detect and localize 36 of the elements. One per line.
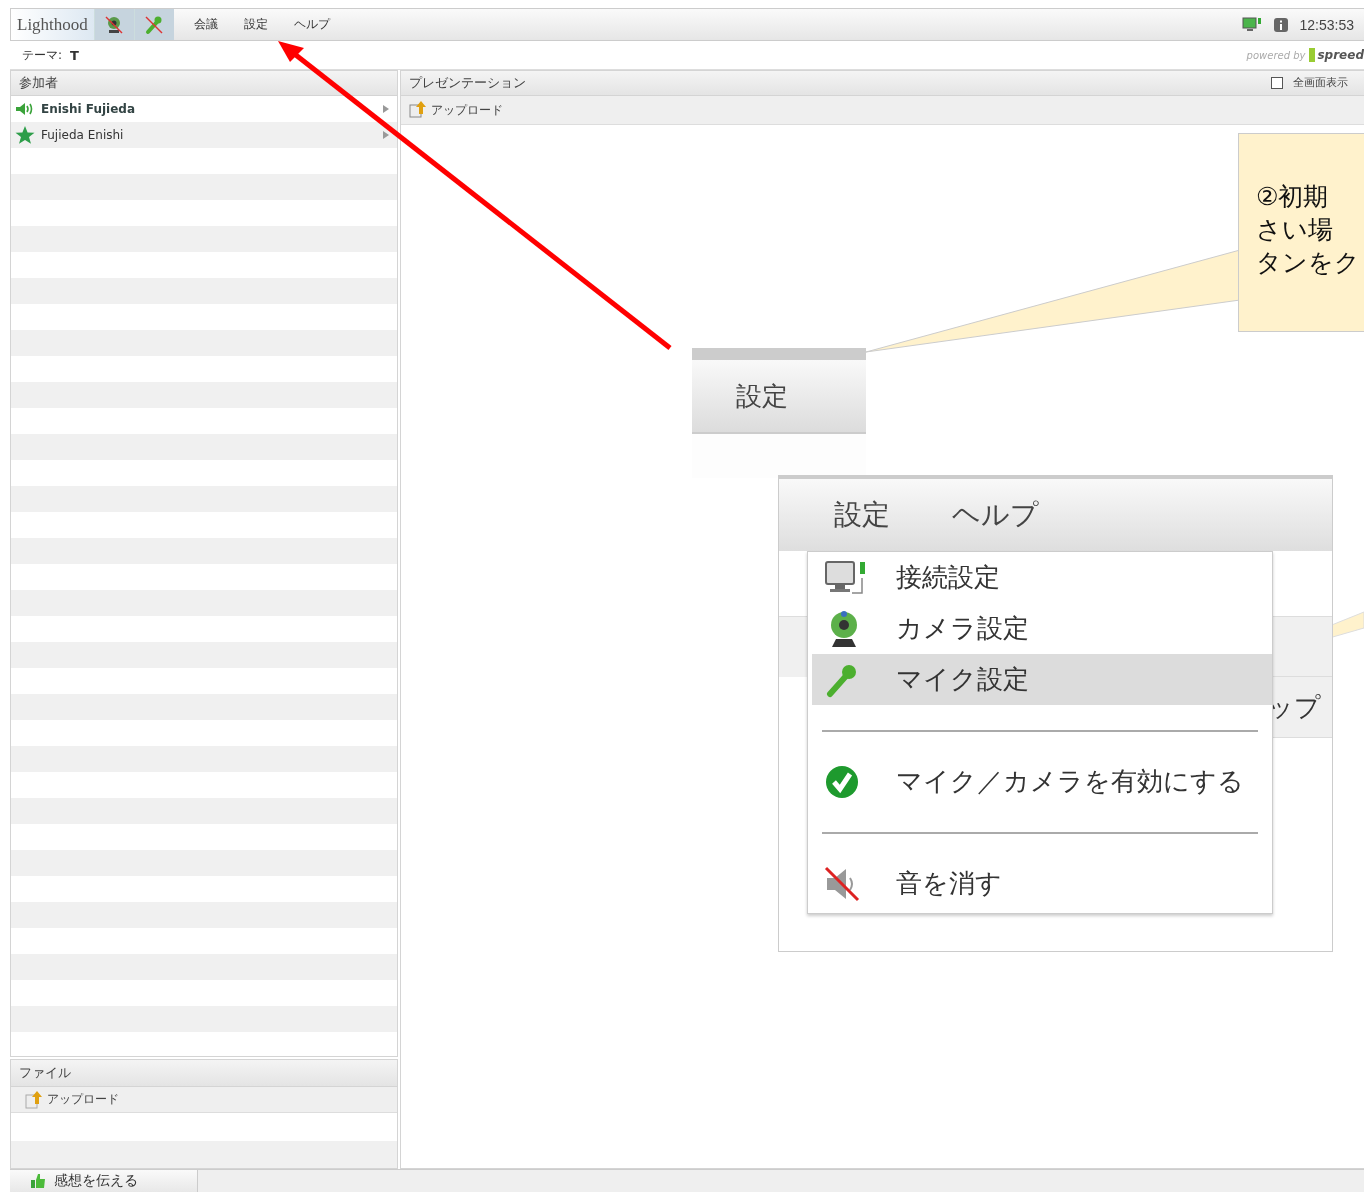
menu-option[interactable]: マイク／カメラを有効にする bbox=[812, 756, 1272, 807]
participant-row[interactable]: Fujieda Enishi bbox=[13, 122, 395, 148]
star-icon bbox=[15, 126, 35, 144]
speaker-icon bbox=[15, 101, 35, 117]
menu-item[interactable]: ヘルプ bbox=[287, 16, 336, 33]
feedback-button[interactable]: 感想を伝える bbox=[10, 1170, 198, 1192]
app-logo: Lighthood bbox=[11, 9, 94, 40]
upload-icon bbox=[25, 1090, 43, 1109]
brand-logo: spreed bbox=[1309, 48, 1364, 62]
expand-arrow-icon[interactable] bbox=[383, 105, 389, 113]
menu-option[interactable]: 音を消す bbox=[812, 858, 1272, 909]
upload-button[interactable]: アップロード bbox=[401, 97, 511, 123]
theme-value: T bbox=[70, 47, 79, 63]
menu-item[interactable]: 設定 bbox=[237, 16, 274, 33]
menu-option[interactable]: 接続設定 bbox=[812, 552, 1272, 603]
clock-time: 12:53:53 bbox=[1299, 16, 1354, 33]
panel-header: 参加者 bbox=[11, 71, 397, 96]
camera-toggle-button[interactable] bbox=[93, 9, 134, 40]
menu-item[interactable]: 会議 bbox=[187, 16, 224, 33]
thumbs-up-icon bbox=[30, 1173, 46, 1189]
monitor-icon[interactable] bbox=[1241, 16, 1262, 33]
fullscreen-checkbox[interactable] bbox=[1271, 77, 1283, 89]
microphone-toggle-button[interactable] bbox=[133, 9, 174, 40]
upload-icon bbox=[409, 101, 427, 119]
upload-button[interactable]: アップロード bbox=[11, 1087, 397, 1113]
monitor-icon bbox=[824, 559, 868, 596]
menu-option[interactable]: マイク設定 bbox=[812, 654, 1272, 705]
powered-by-text: powered by bbox=[1246, 49, 1306, 61]
info-icon[interactable] bbox=[1273, 17, 1288, 32]
participant-row[interactable]: Enishi Fujieda bbox=[13, 96, 395, 122]
panel-header: ファイル bbox=[11, 1060, 397, 1087]
theme-label: テーマ: bbox=[22, 46, 63, 64]
callout-text: ②初期 さい場 タンをク bbox=[1256, 181, 1360, 279]
panel-title: プレゼンテーション bbox=[409, 74, 526, 92]
fullscreen-label[interactable]: 全画面表示 bbox=[1293, 71, 1348, 95]
menu-option[interactable]: カメラ設定 bbox=[812, 603, 1272, 654]
